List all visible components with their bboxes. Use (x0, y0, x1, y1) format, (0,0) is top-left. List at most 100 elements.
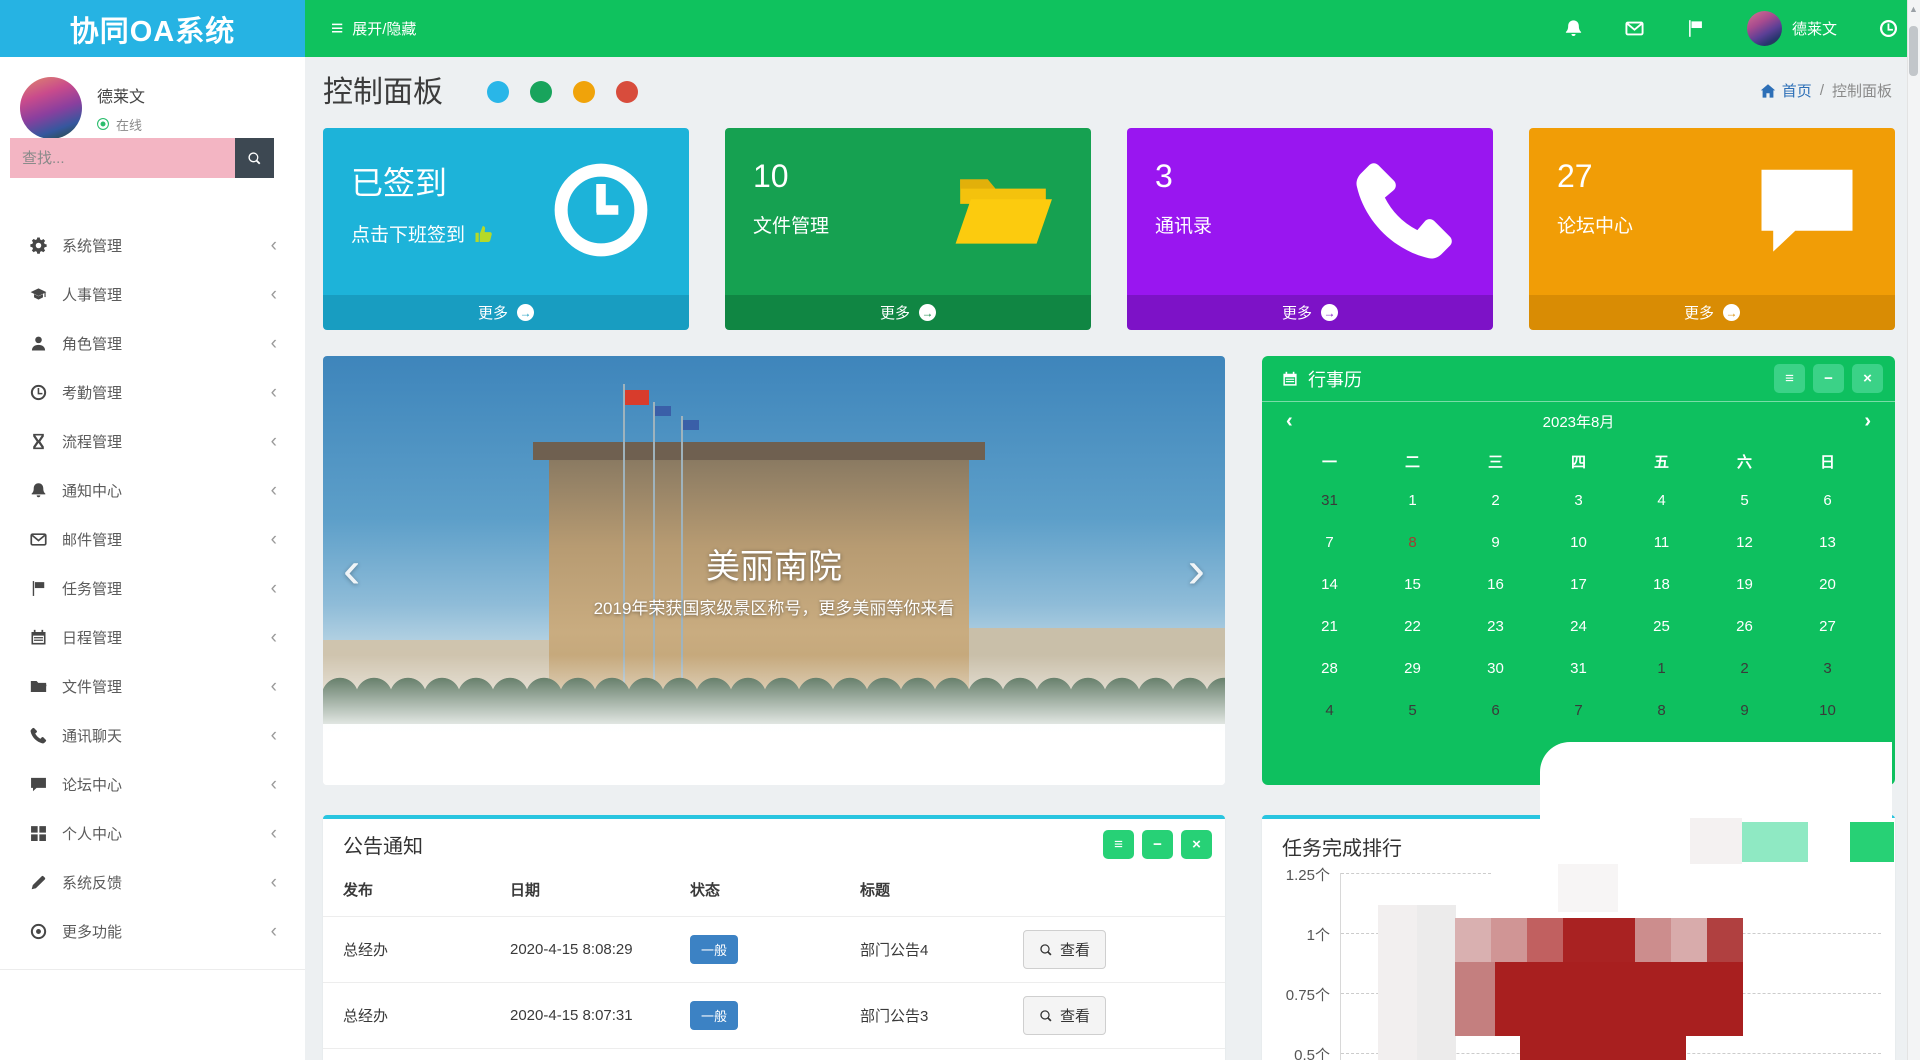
sidebar-item-notifications[interactable]: 通知中心 ‹ (0, 466, 305, 515)
search-input[interactable] (10, 138, 235, 178)
avatar[interactable] (20, 77, 82, 139)
sidebar-item-more[interactable]: 更多功能 ‹ (0, 907, 305, 956)
stat-card-contacts[interactable]: 3 通讯录 更多 → (1127, 128, 1493, 330)
sidebar-item-schedule[interactable]: 日程管理 ‹ (0, 613, 305, 662)
search-button[interactable] (235, 138, 274, 178)
red-flag (625, 390, 649, 405)
calendar-day[interactable]: 31 (1288, 480, 1371, 522)
comment-icon (1755, 158, 1859, 262)
sidebar-item-system[interactable]: 系统管理 ‹ (0, 221, 305, 270)
calendar-day[interactable]: 17 (1537, 564, 1620, 606)
collapse-menu-button[interactable]: ≡ (1103, 830, 1134, 859)
card-label[interactable]: 点击下班签到 (351, 220, 465, 247)
card-more-link[interactable]: 更多 → (1529, 295, 1895, 330)
calendar-day[interactable]: 31 (1537, 648, 1620, 690)
calendar-day[interactable]: 12 (1703, 522, 1786, 564)
close-button[interactable]: × (1852, 364, 1883, 393)
calendar-day[interactable]: 26 (1703, 606, 1786, 648)
calendar-day[interactable]: 4 (1620, 480, 1703, 522)
minimize-button[interactable]: − (1142, 830, 1173, 859)
calendar-day[interactable]: 21 (1288, 606, 1371, 648)
calendar-day[interactable]: 20 (1786, 564, 1869, 606)
sidebar-toggle-button[interactable]: ≡ 展开/隐藏 (331, 0, 416, 57)
user-menu[interactable]: 德莱文 (1746, 11, 1837, 46)
view-button[interactable]: 查看 (1023, 930, 1107, 969)
sidebar-item-forum[interactable]: 论坛中心 ‹ (0, 760, 305, 809)
flag-icon[interactable] (1686, 19, 1705, 38)
calendar-next-month-button[interactable]: › (1864, 410, 1871, 433)
calendar-day[interactable]: 15 (1371, 564, 1454, 606)
calendar-day[interactable]: 16 (1454, 564, 1537, 606)
clock-icon[interactable] (1879, 19, 1898, 38)
sidebar-item-feedback[interactable]: 系统反馈 ‹ (0, 858, 305, 907)
calendar-day[interactable]: 5 (1371, 690, 1454, 732)
calendar-day[interactable]: 11 (1620, 522, 1703, 564)
censor-mosaic-red (1455, 918, 1743, 964)
calendar-day[interactable]: 13 (1786, 522, 1869, 564)
breadcrumb-separator: / (1819, 82, 1824, 99)
sidebar-item-hr[interactable]: 人事管理 ‹ (0, 270, 305, 319)
sidebar-item-attendance[interactable]: 考勤管理 ‹ (0, 368, 305, 417)
calendar-day[interactable]: 6 (1786, 480, 1869, 522)
sidebar-item-mail[interactable]: 邮件管理 ‹ (0, 515, 305, 564)
calendar-day[interactable]: 2 (1454, 480, 1537, 522)
calendar-prev-month-button[interactable]: ‹ (1286, 410, 1293, 433)
chevron-left-icon: ‹ (270, 921, 277, 942)
calendar-day[interactable]: 29 (1371, 648, 1454, 690)
calendar-day[interactable]: 24 (1537, 606, 1620, 648)
calendar-day[interactable]: 9 (1703, 690, 1786, 732)
sidebar-item-roles[interactable]: 角色管理 ‹ (0, 319, 305, 368)
calendar-day[interactable]: 30 (1454, 648, 1537, 690)
collapse-menu-button[interactable]: ≡ (1774, 364, 1805, 393)
close-button[interactable]: × (1181, 830, 1212, 859)
calendar-day[interactable]: 4 (1288, 690, 1371, 732)
calendar-day[interactable]: 7 (1537, 690, 1620, 732)
stat-card-checkin[interactable]: 已签到 点击下班签到 更多 → (323, 128, 689, 330)
stat-card-files[interactable]: 10 文件管理 更多 → (725, 128, 1091, 330)
calendar-day[interactable]: 10 (1537, 522, 1620, 564)
calendar-day[interactable]: 3 (1537, 480, 1620, 522)
calendar-day[interactable]: 22 (1371, 606, 1454, 648)
sidebar-item-tasks[interactable]: 任务管理 ‹ (0, 564, 305, 613)
app-title: 协同OA系统 (69, 15, 236, 48)
calendar-day[interactable]: 27 (1786, 606, 1869, 648)
calendar-day[interactable]: 9 (1454, 522, 1537, 564)
calendar-day[interactable]: 28 (1288, 648, 1371, 690)
calendar-day-today[interactable]: 8 (1371, 522, 1454, 564)
minimize-button[interactable]: − (1813, 364, 1844, 393)
calendar-day[interactable]: 7 (1288, 522, 1371, 564)
bell-icon[interactable] (1564, 19, 1583, 38)
calendar-day[interactable]: 8 (1620, 690, 1703, 732)
card-more-link[interactable]: 更多 → (323, 295, 689, 330)
sidebar-menu: 系统管理 ‹ 人事管理 ‹ 角色管理 ‹ 考勤管理 ‹ 流程管理 ‹ 通知中心 ‹ 邮件管理… (0, 221, 305, 970)
calendar-day[interactable]: 14 (1288, 564, 1371, 606)
calendar-day[interactable]: 2 (1703, 648, 1786, 690)
calendar-day[interactable]: 6 (1454, 690, 1537, 732)
sidebar-item-workflow[interactable]: 流程管理 ‹ (0, 417, 305, 466)
carousel-next-button[interactable]: › (1188, 544, 1205, 596)
carousel-prev-button[interactable]: ‹ (343, 544, 360, 596)
calendar-day[interactable]: 1 (1620, 648, 1703, 690)
view-button[interactable]: 查看 (1023, 996, 1107, 1035)
sidebar-item-files[interactable]: 文件管理 ‹ (0, 662, 305, 711)
calendar-day[interactable]: 19 (1703, 564, 1786, 606)
scroll-up-arrow[interactable]: ▲ (1909, 4, 1918, 14)
calendar-day[interactable]: 25 (1620, 606, 1703, 648)
calendar-day[interactable]: 1 (1371, 480, 1454, 522)
calendar-day[interactable]: 23 (1454, 606, 1537, 648)
censor-mosaic-green (1850, 822, 1894, 862)
mail-icon[interactable] (1625, 19, 1644, 38)
red-dot (616, 81, 638, 103)
calendar-day[interactable]: 5 (1703, 480, 1786, 522)
sidebar-item-chat[interactable]: 通讯聊天 ‹ (0, 711, 305, 760)
sidebar-item-personal[interactable]: 个人中心 ‹ (0, 809, 305, 858)
calendar-day[interactable]: 18 (1620, 564, 1703, 606)
calendar-day[interactable]: 3 (1786, 648, 1869, 690)
stat-card-forum[interactable]: 27 论坛中心 更多 → (1529, 128, 1895, 330)
card-more-link[interactable]: 更多 → (725, 295, 1091, 330)
scrollbar-thumb[interactable] (1909, 26, 1918, 76)
card-more-link[interactable]: 更多 → (1127, 295, 1493, 330)
breadcrumb-home-link[interactable]: 首页 (1760, 80, 1812, 101)
calendar-day[interactable]: 10 (1786, 690, 1869, 732)
scrollbar[interactable]: ▲ (1907, 0, 1920, 1060)
